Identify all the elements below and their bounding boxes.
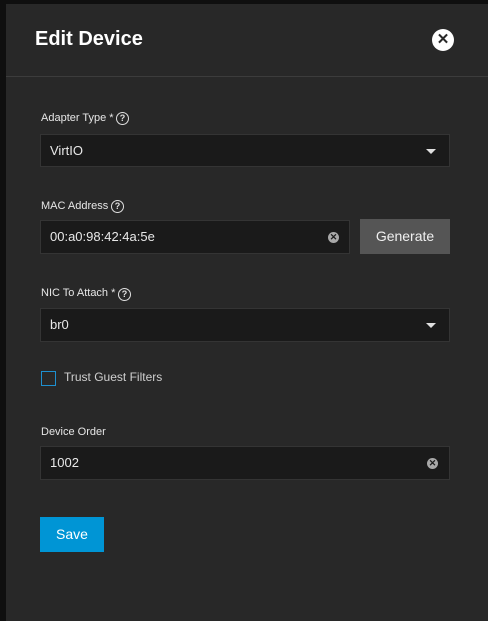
nic-to-attach-label-text: NIC To Attach [41,287,109,299]
clear-icon[interactable]: ✕ [328,232,339,243]
help-icon[interactable]: ? [116,112,129,125]
dropdown-arrow-icon [426,323,436,328]
required-mark: * [109,112,114,124]
mac-address-input[interactable]: 00:a0:98:42:4a:5e ✕ [40,220,350,254]
nic-to-attach-select[interactable]: br0 [40,308,450,342]
adapter-type-select[interactable]: VirtIO [40,134,450,167]
generate-button[interactable]: Generate [360,219,450,254]
clear-icon[interactable]: ✕ [427,458,438,469]
device-order-label: Device Order [41,426,106,438]
trust-guest-filters-label: Trust Guest Filters [64,370,163,384]
mac-address-value: 00:a0:98:42:4a:5e [50,229,155,244]
dialog-title: Edit Device [35,28,143,50]
dialog-header: Edit Device ✕ [6,4,488,77]
adapter-type-value: VirtIO [50,143,83,158]
close-icon[interactable]: ✕ [432,29,454,51]
required-mark: * [111,287,116,299]
nic-to-attach-value: br0 [50,317,69,332]
adapter-type-label-text: Adapter Type [41,112,107,124]
dropdown-arrow-icon [426,149,436,154]
help-icon[interactable]: ? [118,288,131,301]
help-icon[interactable]: ? [111,200,124,213]
device-order-value: 1002 [50,455,79,470]
trust-guest-filters-checkbox[interactable] [41,371,56,386]
nic-to-attach-label: NIC To Attach * [41,287,115,299]
edit-device-panel: Edit Device ✕ Adapter Type * ? VirtIO MAC… [6,4,488,621]
device-order-input[interactable]: 1002 ✕ [40,446,450,480]
adapter-type-label: Adapter Type * [41,112,114,124]
save-button[interactable]: Save [40,517,104,552]
mac-address-label: MAC Address [41,200,109,212]
